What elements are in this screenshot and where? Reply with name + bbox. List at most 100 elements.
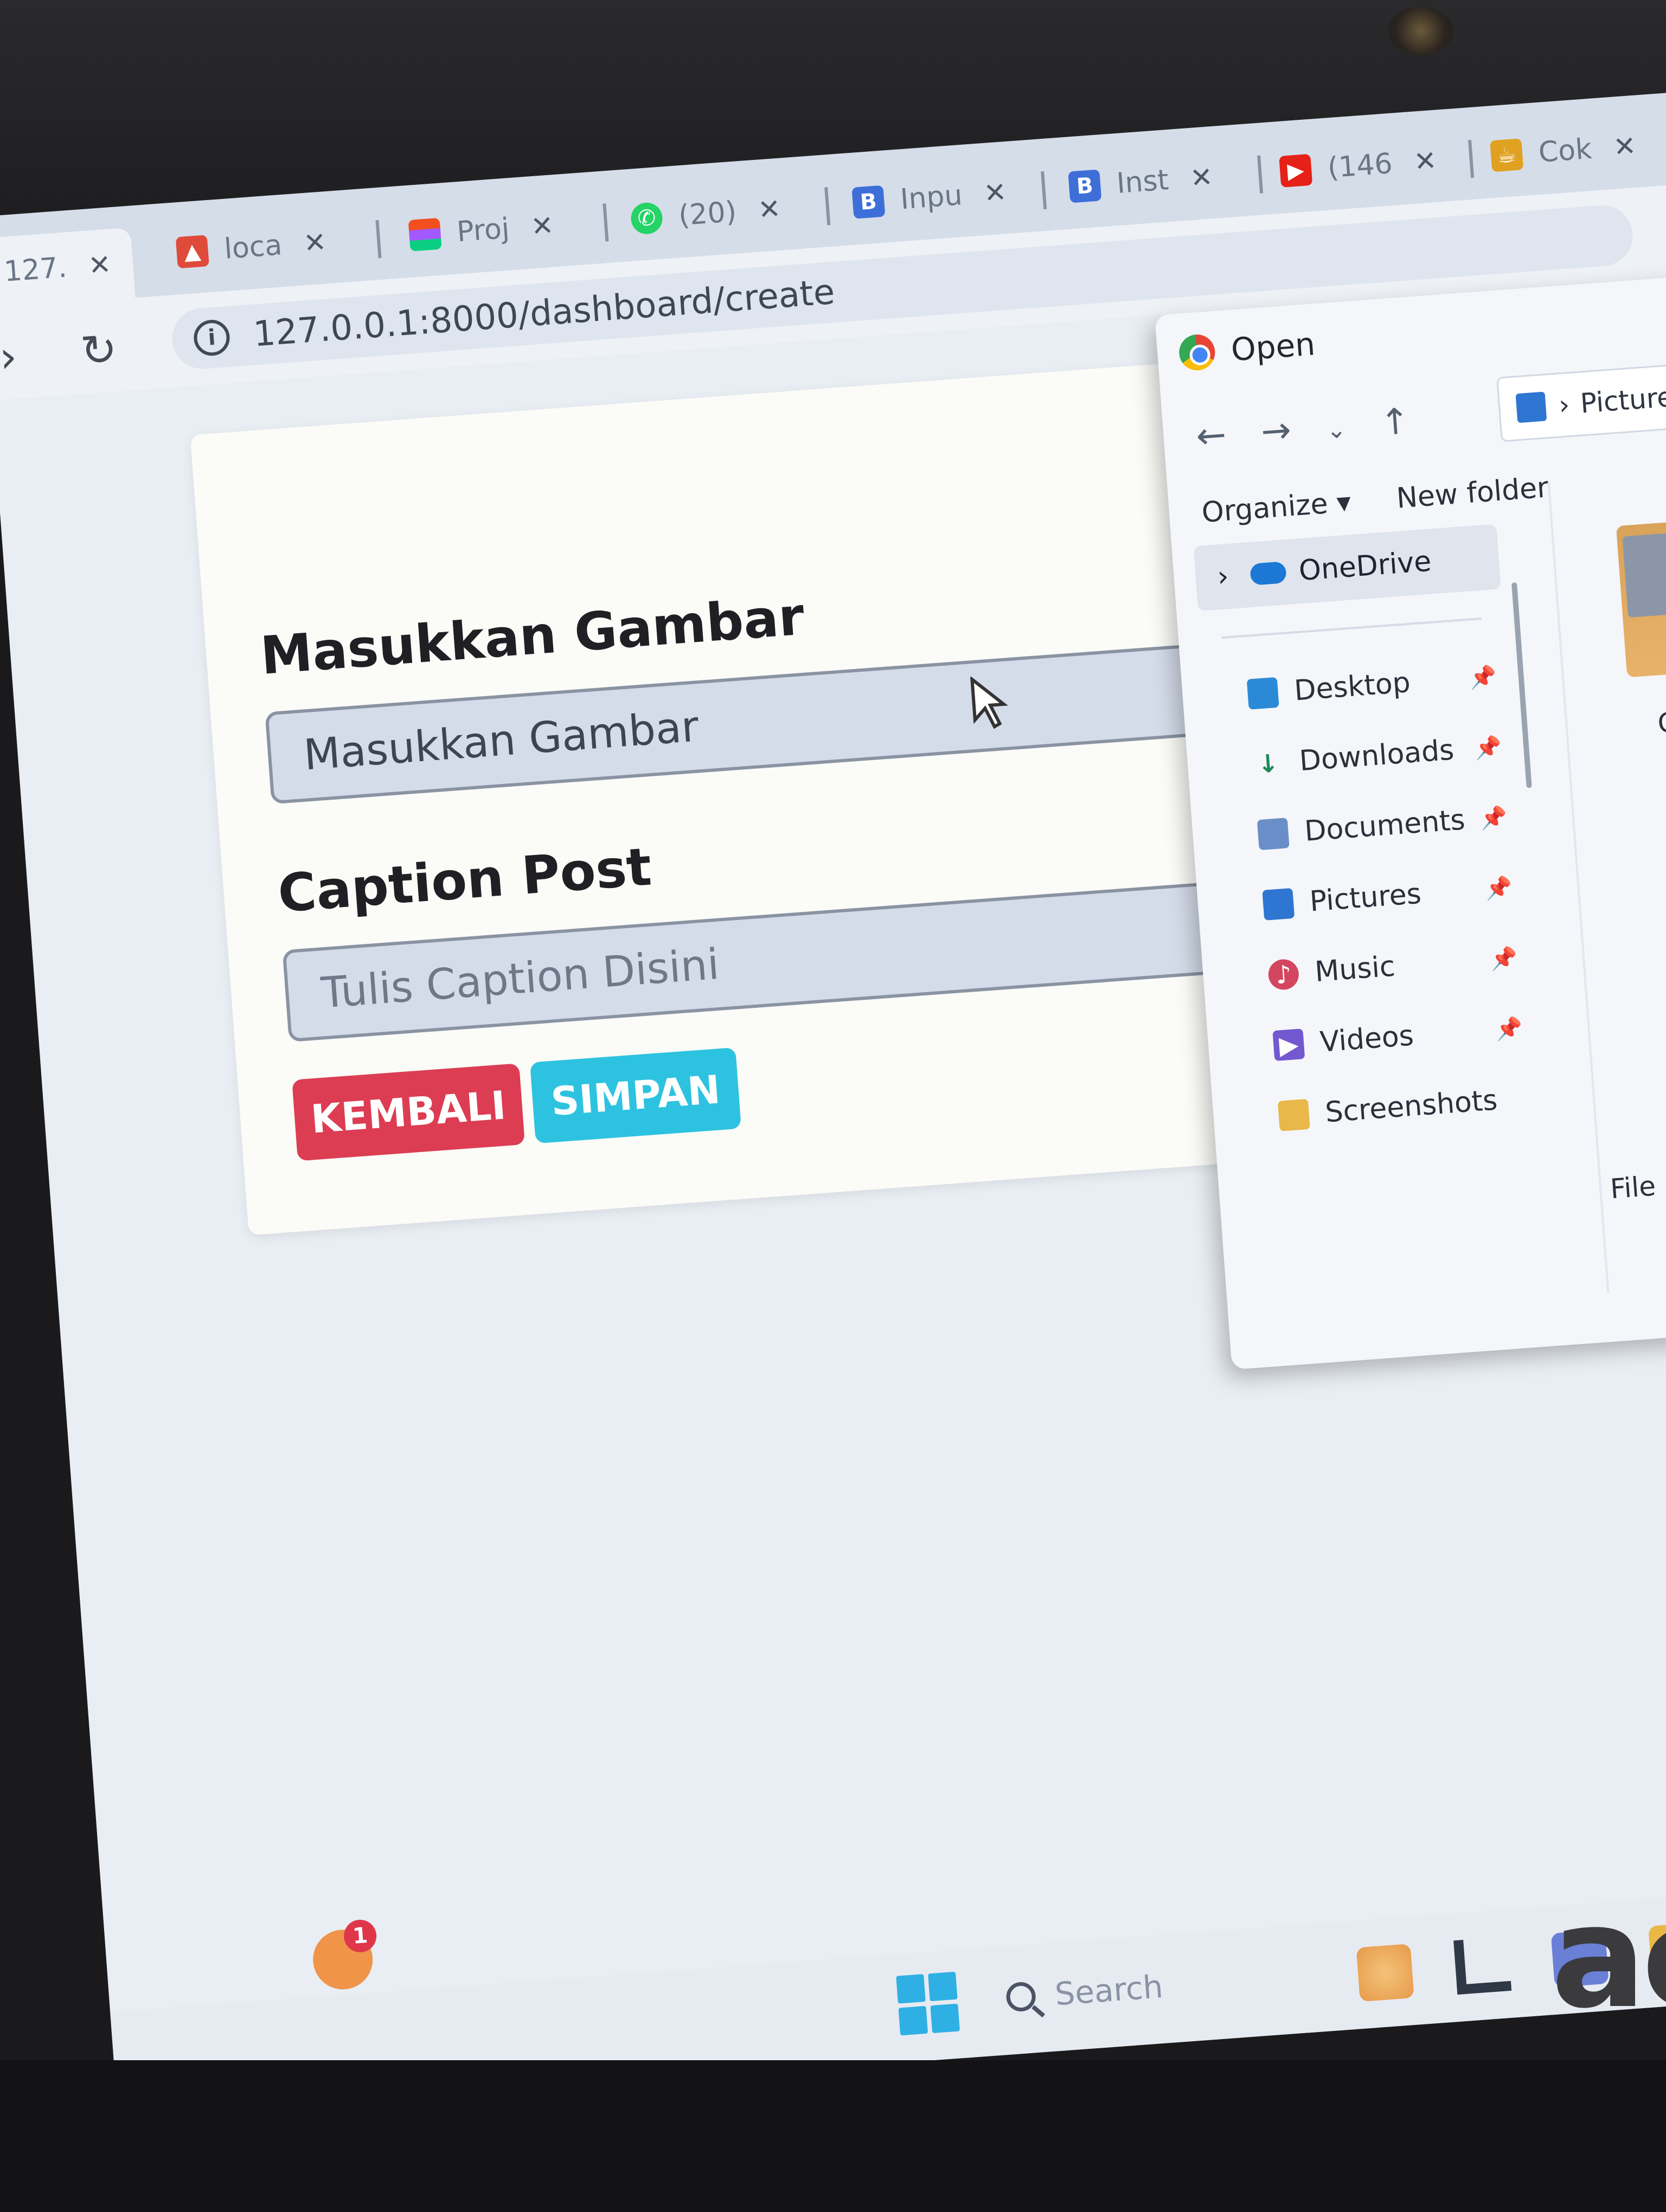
- image-thumbnail: [1622, 528, 1666, 618]
- search-placeholder: Search: [1053, 1967, 1164, 2013]
- caption-label: Caption Post: [275, 836, 654, 924]
- tab-label: 127.: [3, 251, 68, 288]
- screen: 127. ✕ ▲ loca ✕ Proj ✕ ✆ (20) ✕ B Inpu ✕…: [0, 89, 1666, 2120]
- sidebar-item-downloads[interactable]: ↓ Downloads 📌: [1251, 719, 1515, 792]
- tab-6[interactable]: B Inst ✕: [1067, 147, 1215, 217]
- tab-label: Proj: [456, 212, 511, 249]
- forward-icon[interactable]: ›: [0, 331, 18, 383]
- sidebar-item-label: Music: [1313, 950, 1396, 989]
- close-icon[interactable]: ✕: [530, 209, 555, 242]
- dialog-title-bar: Open: [1178, 325, 1316, 372]
- path-separator: ›: [1558, 389, 1571, 421]
- url-text: 127.0.0.1:8000/dashboard/create: [252, 272, 836, 355]
- organize-button[interactable]: Organize ▾: [1201, 486, 1352, 529]
- desktop-icon: [1246, 677, 1279, 710]
- close-icon[interactable]: ✕: [757, 193, 782, 226]
- bootstrap-icon: B: [851, 185, 886, 219]
- pane-divider: [1547, 482, 1610, 1294]
- pin-icon: 📌: [1484, 874, 1513, 902]
- tab-separator: [375, 220, 382, 259]
- tab-separator: [1257, 155, 1264, 194]
- laravel-icon: ▲: [175, 235, 209, 269]
- pin-icon: 📌: [1473, 734, 1503, 761]
- pin-icon: 📌: [1494, 1015, 1523, 1043]
- save-button[interactable]: SIMPAN: [529, 1047, 741, 1144]
- sidebar-item-music[interactable]: ♪ Music 📌: [1266, 930, 1530, 1003]
- tab-2[interactable]: ▲ loca ✕: [175, 212, 329, 282]
- videos-icon: ▶: [1272, 1028, 1305, 1062]
- tab-label: (20): [677, 195, 738, 233]
- tab-separator: [1041, 171, 1047, 210]
- back-button[interactable]: KEMBALI: [292, 1063, 526, 1161]
- chevron-right-icon: ›: [1216, 560, 1230, 594]
- sidebar-item-desktop[interactable]: Desktop 📌: [1246, 648, 1509, 722]
- tab-4[interactable]: ✆ (20) ✕: [629, 179, 783, 249]
- back-arrow-icon[interactable]: ←: [1195, 414, 1228, 458]
- notification-badge: 1: [343, 1918, 378, 1954]
- task-view-icon[interactable]: [1453, 1936, 1512, 1995]
- tab-label: Inpu: [899, 179, 964, 216]
- taskbar-search[interactable]: Search: [988, 1947, 1296, 2029]
- pictures-icon: [1262, 888, 1295, 921]
- close-icon[interactable]: ✕: [983, 176, 1008, 209]
- tab-8[interactable]: ☕ Cok ✕: [1489, 116, 1638, 186]
- cloud-icon: [1249, 561, 1287, 586]
- info-icon[interactable]: i: [193, 318, 231, 357]
- file-label: Car: [1656, 704, 1666, 740]
- image-input-value: Masukkan Gambar: [302, 702, 701, 780]
- widgets-icon[interactable]: [1356, 1944, 1414, 2002]
- pictures-icon: [1515, 391, 1547, 423]
- sidebar-item-documents[interactable]: Documents 📌: [1256, 789, 1520, 862]
- tab-5[interactable]: B Inpu ✕: [850, 162, 1008, 233]
- close-icon[interactable]: ✕: [87, 248, 112, 281]
- folder-icon: [1277, 1098, 1310, 1131]
- sidebar-item-pictures[interactable]: Pictures 📌: [1261, 859, 1525, 933]
- youtube-icon: ▶: [1279, 153, 1313, 188]
- sidebar-item-label: Desktop: [1293, 666, 1412, 708]
- sidebar-scrollbar[interactable]: [1511, 582, 1532, 788]
- sidebar-item-screenshots[interactable]: Screenshots: [1277, 1070, 1540, 1143]
- chrome-icon: [1178, 333, 1216, 372]
- page-content: Masukkan Gambar Masukkan Gambar Caption …: [0, 272, 1666, 2120]
- dialog-address-bar[interactable]: › Pictures: [1496, 353, 1666, 442]
- webcam: [1388, 7, 1453, 55]
- tab-3[interactable]: Proj ✕: [407, 195, 556, 265]
- open-file-dialog: Open ← → ⌄ ↑ › Pictures Organize ▾ New f…: [1155, 272, 1666, 1370]
- notification-app-icon[interactable]: 1: [311, 1918, 378, 1992]
- close-icon[interactable]: ✕: [1413, 145, 1438, 178]
- sidebar-item-label: Documents: [1303, 803, 1466, 848]
- cup-icon: ☕: [1490, 138, 1524, 172]
- pin-icon: 📌: [1469, 664, 1498, 691]
- sidebar-item-videos[interactable]: ▶ Videos 📌: [1272, 1000, 1535, 1073]
- tab-label: Inst: [1115, 164, 1170, 201]
- tab-separator: [824, 187, 831, 226]
- tab-separator: [603, 203, 609, 242]
- up-arrow-icon[interactable]: ↑: [1379, 400, 1412, 444]
- sidebar-item-label: Downloads: [1298, 734, 1456, 778]
- windows-start-icon[interactable]: [896, 1971, 960, 2036]
- close-icon[interactable]: ✕: [1612, 130, 1637, 163]
- tab-label: (146: [1326, 147, 1394, 185]
- sidebar-item-label: Screenshots: [1324, 1084, 1499, 1129]
- search-icon: [1005, 1981, 1037, 2012]
- close-icon[interactable]: ✕: [1189, 161, 1214, 194]
- tab-localhost-active[interactable]: 127. ✕: [0, 227, 136, 309]
- sidebar-divider: [1221, 618, 1482, 639]
- figma-icon: [408, 217, 442, 252]
- image-label: Masukkan Gambar: [258, 586, 806, 686]
- sidebar-item-label: Videos: [1318, 1019, 1415, 1059]
- pin-icon: 📌: [1489, 945, 1518, 972]
- chevron-down-icon[interactable]: ⌄: [1325, 415, 1348, 445]
- reload-icon[interactable]: ↻: [79, 324, 119, 377]
- sidebar-item-onedrive[interactable]: › OneDrive: [1193, 524, 1501, 612]
- path-current: Pictures: [1579, 380, 1666, 420]
- close-icon[interactable]: ✕: [303, 226, 328, 259]
- new-folder-button[interactable]: New folder: [1395, 471, 1550, 515]
- onedrive-label: OneDrive: [1297, 545, 1433, 588]
- whatsapp-icon: ✆: [630, 201, 664, 235]
- bootstrap-icon: B: [1068, 169, 1102, 203]
- tab-7[interactable]: ▶ (146 ✕: [1278, 131, 1439, 202]
- tab-label: loca: [223, 229, 284, 266]
- forward-arrow-icon[interactable]: →: [1260, 409, 1293, 453]
- mouse-cursor-icon: [970, 676, 1008, 729]
